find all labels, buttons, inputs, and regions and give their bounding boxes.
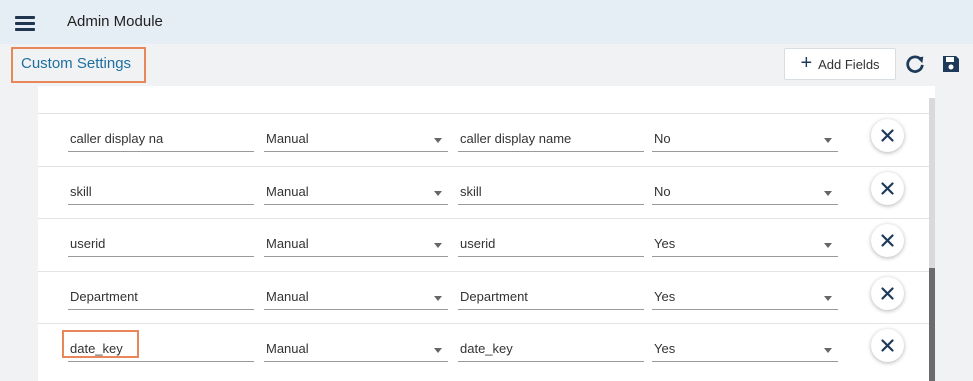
field-name-input[interactable]: skill (68, 181, 254, 205)
field-name-input[interactable]: userid (68, 233, 254, 257)
remove-field-button[interactable] (871, 277, 904, 310)
mapping-type-value: Manual (266, 184, 309, 199)
field-row: Department Manual Department Yes (38, 271, 929, 324)
field-row: caller display na Manual caller display … (38, 113, 929, 166)
save-icon[interactable] (941, 54, 961, 74)
display-name-input[interactable]: date_key (458, 338, 644, 362)
mapping-type-value: Manual (266, 289, 309, 304)
chevron-down-icon (824, 348, 832, 353)
mapping-type-select[interactable]: Manual (264, 286, 448, 310)
chevron-down-icon (434, 191, 442, 196)
hamburger-menu-icon[interactable] (15, 16, 35, 31)
display-name-input[interactable]: userid (458, 233, 644, 257)
chevron-down-icon (434, 243, 442, 248)
chevron-down-icon (434, 138, 442, 143)
flag-select[interactable]: Yes (652, 233, 838, 257)
field-row: skill Manual skill No (38, 166, 929, 219)
field-row: date_key Manual date_key Yes (38, 323, 929, 376)
field-row: userid Manual userid Yes (38, 218, 929, 271)
left-gutter (0, 86, 38, 381)
chevron-down-icon (824, 138, 832, 143)
chevron-down-icon (434, 296, 442, 301)
flag-value: Yes (654, 236, 676, 251)
right-gutter (935, 86, 973, 381)
mapping-type-select[interactable]: Manual (264, 233, 448, 257)
close-icon (881, 339, 894, 352)
page-title: Custom Settings (11, 47, 146, 83)
add-fields-button[interactable]: + Add Fields (784, 48, 896, 80)
scrollbar-thumb[interactable] (929, 268, 935, 381)
flag-value: Yes (654, 341, 676, 356)
flag-value: Yes (654, 289, 676, 304)
plus-icon: + (800, 52, 813, 74)
refresh-icon[interactable] (904, 53, 926, 75)
display-name-input[interactable]: caller display name (458, 128, 644, 152)
close-icon (881, 234, 894, 247)
add-fields-label: Add Fields (818, 56, 880, 72)
display-name-input[interactable]: skill (458, 181, 644, 205)
remove-field-button[interactable] (871, 172, 904, 205)
app-title: Admin Module (67, 13, 163, 30)
field-name-input[interactable]: caller display na (68, 128, 254, 152)
chevron-down-icon (824, 296, 832, 301)
flag-select[interactable]: No (652, 128, 838, 152)
mapping-type-select[interactable]: Manual (264, 181, 448, 205)
mapping-type-value: Manual (266, 341, 309, 356)
mapping-type-value: Manual (266, 236, 309, 251)
chevron-down-icon (434, 348, 442, 353)
remove-field-button[interactable] (871, 329, 904, 362)
flag-select[interactable]: Yes (652, 286, 838, 310)
field-name-input[interactable]: Department (68, 286, 254, 310)
flag-value: No (654, 184, 671, 199)
chevron-down-icon (824, 243, 832, 248)
flag-select[interactable]: Yes (652, 338, 838, 362)
close-icon (881, 287, 894, 300)
chevron-down-icon (824, 191, 832, 196)
mapping-type-value: Manual (266, 131, 309, 146)
highlight-box (62, 330, 139, 358)
mapping-type-select[interactable]: Manual (264, 338, 448, 362)
remove-field-button[interactable] (871, 224, 904, 257)
close-icon (881, 129, 894, 142)
mapping-type-select[interactable]: Manual (264, 128, 448, 152)
flag-select[interactable]: No (652, 181, 838, 205)
remove-field-button[interactable] (871, 119, 904, 152)
close-icon (881, 182, 894, 195)
flag-value: No (654, 131, 671, 146)
display-name-input[interactable]: Department (458, 286, 644, 310)
